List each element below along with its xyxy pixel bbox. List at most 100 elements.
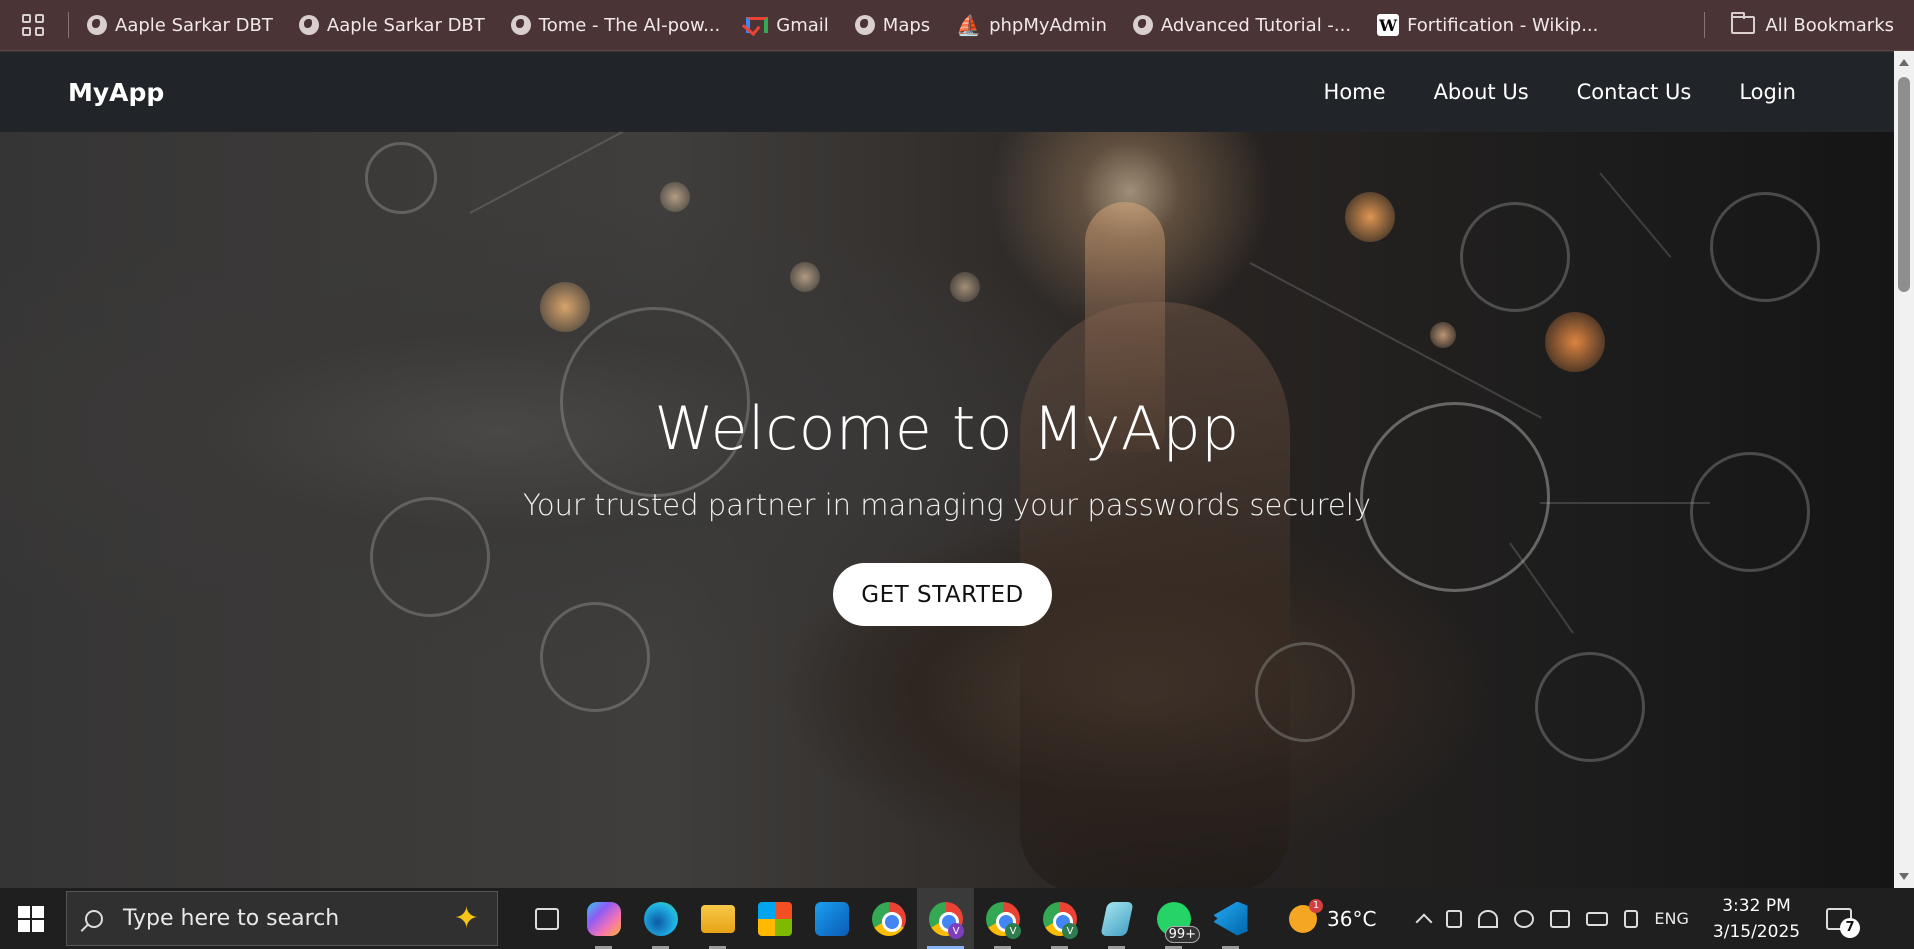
bookmark-maps[interactable]: Maps [854, 14, 931, 36]
windows-taskbar: Type here to search ✦ V V V 99+ 1 36°C E… [0, 888, 1914, 949]
taskbar-chrome-profile-v2[interactable]: V [974, 888, 1031, 949]
bookmark-label: Aaple Sarkar DBT [326, 14, 485, 36]
taskbar-notepad[interactable] [1088, 888, 1145, 949]
site-navbar: MyApp Home About Us Contact Us Login [0, 51, 1894, 132]
taskbar-whatsapp[interactable]: 99+ [1145, 888, 1202, 949]
taskbar-edge[interactable] [632, 888, 689, 949]
task-view-button[interactable] [518, 888, 575, 949]
weather-widget[interactable]: 1 36°C [1289, 898, 1377, 933]
start-button[interactable] [0, 888, 62, 949]
bookmark-aaple-sarkar-2[interactable]: Aaple Sarkar DBT [298, 14, 485, 36]
lock-icon [1460, 202, 1570, 312]
folder-icon [1731, 12, 1756, 34]
server-icon [540, 602, 650, 712]
onedrive-cloud-icon[interactable] [1514, 909, 1535, 928]
taskbar-file-explorer[interactable] [689, 888, 746, 949]
outlook-icon [814, 901, 849, 936]
light-glow [1545, 312, 1605, 372]
bookmark-label: Gmail [776, 14, 829, 36]
globe-icon [298, 15, 319, 35]
wifi-icon[interactable] [1478, 909, 1499, 928]
battery-icon[interactable] [1586, 911, 1609, 926]
globe-icon [854, 15, 875, 35]
bookmark-advanced-tutorial[interactable]: Advanced Tutorial -... [1132, 14, 1352, 36]
brand-logo[interactable]: MyApp [68, 78, 164, 107]
clock-date: 3/15/2025 [1712, 921, 1801, 942]
whatsapp-unread-badge: 99+ [1164, 926, 1200, 943]
folder-icon [700, 904, 735, 933]
search-placeholder: Type here to search [123, 906, 340, 931]
bookmark-gmail[interactable]: Gmail [746, 15, 829, 36]
bookmark-phpmyadmin[interactable]: ⛵ phpMyAdmin [956, 13, 1107, 37]
profile-badge-icon: V [1062, 923, 1078, 939]
light-glow [950, 272, 980, 302]
hero-subtitle: Your trusted partner in managing your pa… [523, 488, 1371, 522]
search-highlight-icon: ✦ [453, 901, 479, 936]
edge-icon [643, 901, 678, 936]
weather-sun-icon: 1 [1289, 898, 1323, 933]
profile-badge-icon: V [1005, 923, 1021, 939]
globe-icon [87, 15, 107, 35]
search-icon [85, 909, 103, 928]
lightbulb-icon [365, 142, 437, 214]
hero-title: Welcome to MyApp [654, 394, 1240, 464]
taskbar-chrome-profile-v3[interactable]: V [1031, 888, 1088, 949]
taskbar-chrome[interactable] [860, 888, 917, 949]
bookmark-tome[interactable]: Tome - The AI-pow... [510, 14, 721, 36]
phpmyadmin-icon: ⛵ [956, 13, 982, 37]
all-bookmarks-label: All Bookmarks [1765, 14, 1894, 36]
gmail-icon [746, 17, 769, 33]
taskbar-chrome-profile-v-active[interactable]: V [917, 888, 974, 949]
bookmark-label: Maps [882, 14, 931, 36]
all-bookmarks[interactable]: All Bookmarks [1704, 12, 1894, 38]
nav-link-contact-us[interactable]: Contact Us [1577, 80, 1692, 104]
page-viewport: Welcome to MyApp Your trusted partner in… [0, 51, 1894, 888]
vscode-icon [1213, 901, 1248, 936]
show-hidden-icons-chevron-icon[interactable] [1415, 913, 1433, 930]
nav-links: Home About Us Contact Us Login [1324, 80, 1796, 104]
notification-center-icon[interactable]: 7 [1826, 907, 1861, 938]
bookmarks-divider [68, 12, 69, 38]
get-started-button[interactable]: GET STARTED [833, 563, 1052, 626]
language-indicator[interactable]: ENG [1654, 909, 1688, 928]
meet-now-icon[interactable] [1446, 909, 1463, 928]
light-glow [540, 282, 590, 332]
taskbar-clock[interactable]: 3:32 PM 3/15/2025 [1713, 893, 1800, 945]
weather-badge: 1 [1309, 898, 1323, 913]
profile-badge-icon: V [948, 923, 964, 939]
nav-link-about-us[interactable]: About Us [1434, 80, 1529, 104]
search-person-icon [1535, 652, 1645, 762]
bookmark-label: Fortification - Wikip... [1407, 14, 1599, 36]
nav-link-home[interactable]: Home [1324, 80, 1386, 104]
vertical-scrollbar[interactable] [1894, 51, 1914, 888]
globe-icon [510, 15, 531, 35]
wikipedia-icon: W [1377, 14, 1400, 36]
clock-time: 3:32 PM [1722, 895, 1791, 916]
apps-grid-icon[interactable] [22, 14, 44, 36]
taskbar-vscode[interactable] [1202, 888, 1259, 949]
taskbar-store[interactable] [746, 888, 803, 949]
nav-link-login[interactable]: Login [1739, 80, 1796, 104]
volume-icon[interactable] [1624, 909, 1639, 928]
scroll-down-arrow-icon[interactable] [1899, 873, 1909, 880]
windows-logo-icon [18, 905, 44, 932]
taskbar-copilot[interactable] [575, 888, 632, 949]
app-update-icon[interactable] [1550, 909, 1571, 928]
bookmark-label: Tome - The AI-pow... [538, 14, 721, 36]
bookmark-fortification[interactable]: W Fortification - Wikip... [1377, 14, 1598, 36]
scroll-up-arrow-icon[interactable] [1899, 59, 1909, 66]
bookmark-label: Advanced Tutorial -... [1160, 14, 1352, 36]
weather-temp: 36°C [1327, 906, 1377, 931]
taskbar-search[interactable]: Type here to search ✦ [66, 891, 498, 946]
notepad-icon [1099, 901, 1134, 936]
bookmark-aaple-sarkar-1[interactable]: Aaple Sarkar DBT [87, 15, 273, 36]
bookmarks-bar: Aaple Sarkar DBT Aaple Sarkar DBT Tome -… [0, 0, 1914, 51]
taskbar-outlook[interactable] [803, 888, 860, 949]
refresh-icon [1255, 642, 1355, 742]
pinned-apps: V V V 99+ [518, 888, 1259, 949]
chrome-icon [871, 901, 906, 936]
light-glow [790, 262, 820, 292]
light-glow [660, 182, 690, 212]
scroll-thumb[interactable] [1898, 77, 1910, 292]
bookmark-label: Aaple Sarkar DBT [115, 14, 273, 36]
